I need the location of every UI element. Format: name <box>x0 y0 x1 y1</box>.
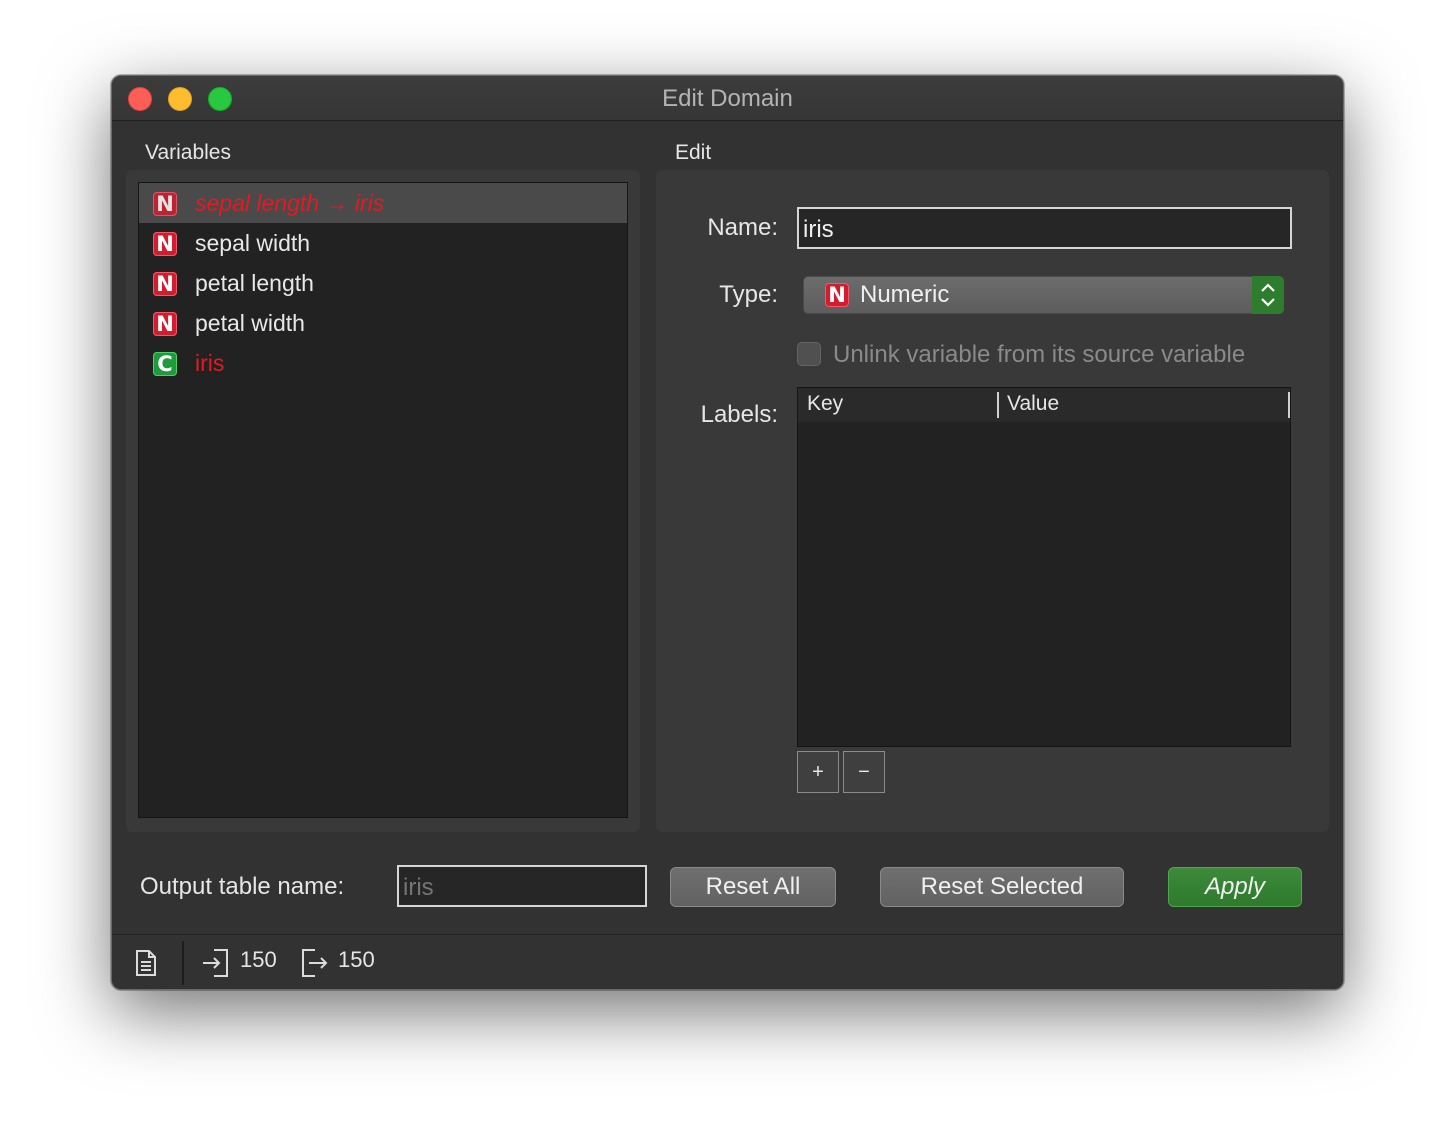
report-icon[interactable] <box>135 949 157 977</box>
list-item[interactable]: N sepal width <box>139 223 627 263</box>
list-item[interactable]: N sepal length → iris <box>139 183 627 223</box>
column-header-value[interactable]: Value <box>1007 392 1059 416</box>
variables-list[interactable]: N sepal length → iris N sepal width N pe… <box>138 182 628 818</box>
categorical-badge-icon: C <box>153 352 177 376</box>
variable-name: sepal width <box>195 230 311 256</box>
type-select[interactable]: N Numeric <box>803 276 1284 314</box>
name-label: Name: <box>707 214 778 241</box>
apply-button[interactable]: Apply <box>1168 867 1302 907</box>
labels-table[interactable]: Key Value <box>797 387 1291 747</box>
column-divider <box>997 392 999 418</box>
variable-name: iris <box>195 350 225 376</box>
reset-selected-button[interactable]: Reset Selected <box>880 867 1124 907</box>
input-arrow-icon <box>203 949 228 977</box>
type-label: Type: <box>719 281 778 308</box>
list-item[interactable]: N petal width <box>139 303 627 343</box>
status-divider <box>182 941 184 985</box>
edit-heading: Edit <box>675 141 712 164</box>
list-item[interactable]: C iris <box>139 343 627 383</box>
numeric-badge-icon: N <box>153 232 177 256</box>
type-selected-value: Numeric <box>860 281 950 308</box>
labels-table-header: Key Value <box>798 388 1290 422</box>
column-divider <box>1288 392 1290 418</box>
edit-domain-window: Edit Domain Variables Edit N sepal lengt… <box>111 75 1344 990</box>
add-label-button[interactable]: + <box>797 751 839 793</box>
updown-chevron-icon <box>1252 276 1284 314</box>
variables-panel: N sepal length → iris N sepal width N pe… <box>126 170 640 832</box>
column-header-key[interactable]: Key <box>807 392 843 416</box>
numeric-badge-icon: N <box>153 312 177 336</box>
variables-heading: Variables <box>145 141 231 164</box>
variable-name: petal width <box>195 310 305 336</box>
variable-name: sepal length → iris <box>195 190 385 216</box>
reset-all-button[interactable]: Reset All <box>670 867 836 907</box>
name-input[interactable] <box>797 207 1292 249</box>
unlink-checkbox[interactable] <box>797 342 821 366</box>
output-table-name-input[interactable] <box>397 865 647 907</box>
input-row-count: 150 <box>240 947 277 972</box>
output-table-name-label: Output table name: <box>140 873 345 900</box>
variable-name: petal length <box>195 270 314 296</box>
status-bar: 150 150 <box>112 934 1343 989</box>
output-arrow-icon <box>302 949 328 977</box>
unlink-checkbox-label: Unlink variable from its source variable <box>833 341 1246 368</box>
list-item[interactable]: N petal length <box>139 263 627 303</box>
remove-label-button[interactable]: − <box>843 751 885 793</box>
output-row-count: 150 <box>338 947 375 972</box>
window-title: Edit Domain <box>662 85 793 112</box>
numeric-badge-icon: N <box>825 283 849 307</box>
title-bar[interactable]: Edit Domain <box>112 76 1343 121</box>
numeric-badge-icon: N <box>153 272 177 296</box>
labels-label: Labels: <box>700 401 778 428</box>
numeric-badge-icon: N <box>153 192 177 216</box>
